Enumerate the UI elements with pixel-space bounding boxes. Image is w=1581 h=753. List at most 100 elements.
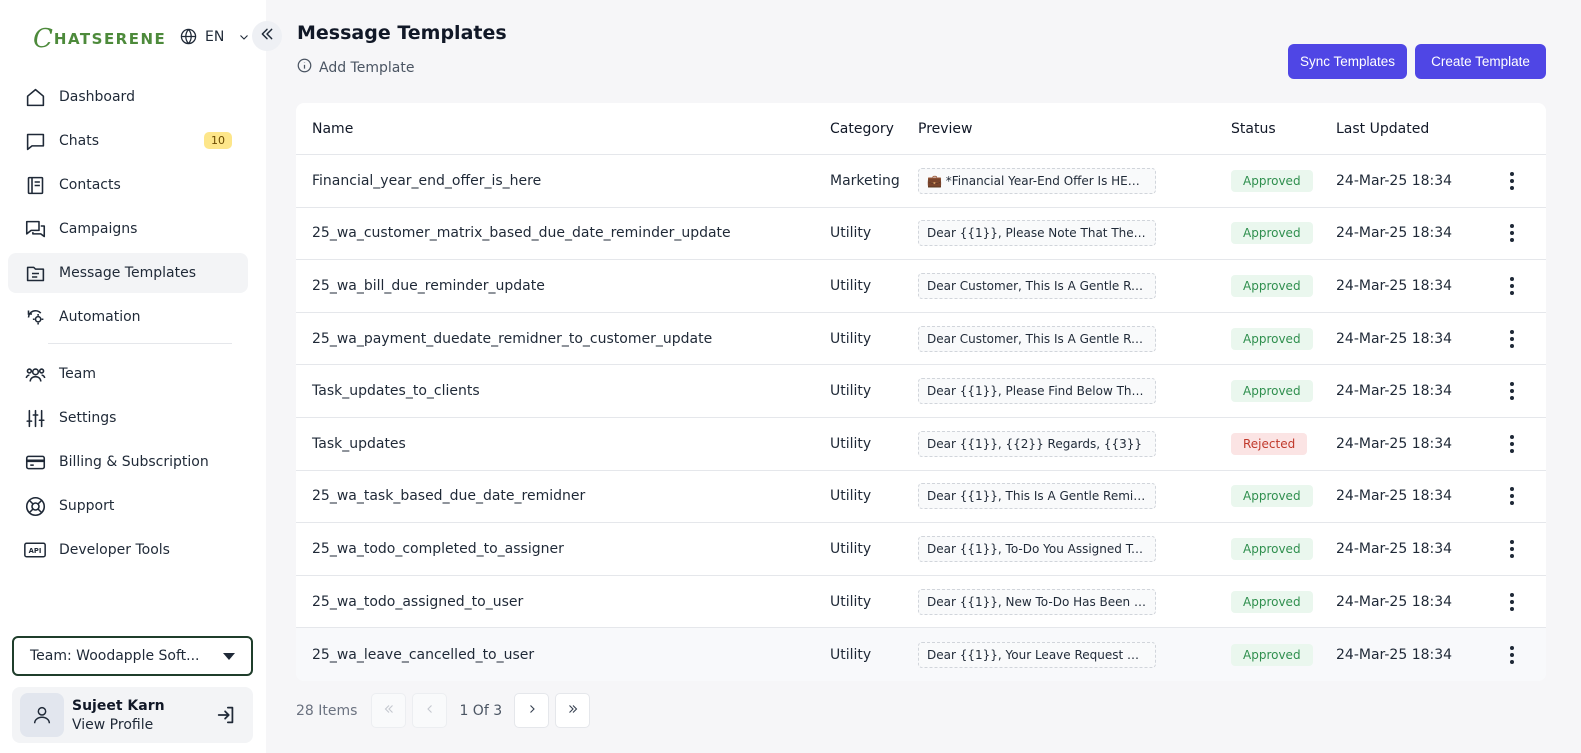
table-row[interactable]: Task_updates Utility Dear {{1}}, {{2}} Reg…	[296, 418, 1546, 471]
unread-badge: 10	[204, 132, 232, 149]
table-row[interactable]: 25_wa_task_based_due_date_remidner Utilit…	[296, 471, 1546, 524]
row-actions-button[interactable]	[1504, 171, 1520, 190]
sidebar-item-campaigns[interactable]: Campaigns	[8, 209, 248, 249]
template-preview[interactable]: Dear {{1}}, Please Find Below The Task..…	[918, 378, 1156, 405]
sidebar-item-chats[interactable]: Chats 10	[8, 121, 248, 161]
sidebar-item-contacts[interactable]: Contacts	[8, 165, 248, 205]
last-updated: 24-Mar-25 18:34	[1336, 225, 1453, 242]
template-category: Utility	[830, 646, 872, 663]
template-name[interactable]: Financial_year_end_offer_is_here	[312, 173, 541, 189]
row-actions-button[interactable]	[1504, 645, 1520, 664]
contacts-icon	[24, 174, 46, 196]
template-preview[interactable]: Dear {{1}}, This Is A Gentle Reminder T.…	[918, 483, 1156, 510]
sidebar-nav: Dashboard Chats 10 Contacts Campaigns Me…	[8, 77, 248, 574]
sidebar-item-automation[interactable]: Automation	[8, 297, 248, 337]
row-actions-button[interactable]	[1504, 539, 1520, 558]
page-title: Message Templates	[297, 22, 507, 44]
settings-icon	[24, 407, 46, 429]
user-profile: Sujeet Karn View Profile	[12, 687, 253, 743]
row-actions-button[interactable]	[1504, 329, 1520, 348]
template-category: Utility	[830, 593, 872, 610]
table-row[interactable]: 25_wa_customer_matrix_based_due_date_rem…	[296, 208, 1546, 261]
avatar[interactable]	[20, 693, 64, 737]
brand-logo[interactable]: C HATSERENE	[33, 26, 166, 52]
sidebar-item-label: Developer Tools	[59, 542, 170, 558]
column-header-status[interactable]: Status	[1231, 121, 1276, 137]
sidebar-item-support[interactable]: Support	[8, 486, 248, 526]
collapse-sidebar-button[interactable]	[252, 21, 282, 51]
template-name[interactable]: 25_wa_payment_duedate_remidner_to_custom…	[312, 331, 712, 347]
template-preview[interactable]: 💼 *Financial Year-End Offer Is HERE...	[918, 167, 1156, 194]
add-template-link[interactable]: Add Template	[297, 58, 414, 77]
template-preview[interactable]: Dear {{1}}, New To-Do Has Been Assig...	[918, 588, 1156, 615]
column-header-name[interactable]: Name	[312, 121, 353, 137]
logout-icon[interactable]	[215, 704, 237, 730]
table-row[interactable]: 25_wa_todo_assigned_to_user Utility Dear {…	[296, 576, 1546, 629]
template-category: Utility	[830, 435, 872, 452]
view-profile-link[interactable]: View Profile	[72, 717, 165, 733]
template-name[interactable]: 25_wa_leave_cancelled_to_user	[312, 647, 534, 663]
template-preview[interactable]: Dear {{1}}, {{2}} Regards, {{3}}	[918, 430, 1156, 457]
items-count: 28 Items	[296, 702, 358, 719]
template-category: Utility	[830, 277, 872, 294]
row-actions-button[interactable]	[1504, 382, 1520, 401]
more-vertical-icon	[1510, 329, 1514, 348]
status-badge: Approved	[1231, 222, 1313, 245]
sidebar-item-settings[interactable]: Settings	[8, 398, 248, 438]
row-actions-button[interactable]	[1504, 434, 1520, 453]
create-template-button[interactable]: Create Template	[1415, 44, 1546, 79]
globe-icon	[180, 28, 197, 45]
sidebar-item-label: Campaigns	[59, 221, 138, 237]
table-row[interactable]: Task_updates_to_clients Utility Dear {{1}}…	[296, 365, 1546, 418]
logo-mark: C	[33, 24, 53, 54]
template-name[interactable]: 25_wa_todo_completed_to_assigner	[312, 541, 564, 557]
first-page-button[interactable]	[371, 693, 407, 728]
template-preview[interactable]: Dear Customer, This Is A Gentle Remi...	[918, 272, 1156, 299]
template-name[interactable]: 25_wa_task_based_due_date_remidner	[312, 488, 585, 504]
nav-divider	[48, 343, 232, 344]
sync-templates-button[interactable]: Sync Templates	[1288, 44, 1407, 79]
prev-page-button[interactable]	[412, 693, 448, 728]
last-page-button[interactable]	[555, 693, 591, 728]
template-name[interactable]: Task_updates	[312, 436, 406, 452]
template-name[interactable]: 25_wa_todo_assigned_to_user	[312, 594, 523, 610]
template-icon	[24, 262, 46, 284]
template-name[interactable]: Task_updates_to_clients	[312, 383, 480, 399]
template-category: Utility	[830, 383, 872, 400]
api-icon: API	[24, 539, 46, 561]
language-code: EN	[205, 28, 225, 45]
template-preview[interactable]: Dear {{1}}, Your Leave Request With R...	[918, 641, 1156, 668]
table-row[interactable]: 25_wa_leave_cancelled_to_user Utility Dear…	[296, 628, 1546, 681]
row-actions-button[interactable]	[1504, 592, 1520, 611]
sidebar-item-billing[interactable]: Billing & Subscription	[8, 442, 248, 482]
template-name[interactable]: 25_wa_customer_matrix_based_due_date_rem…	[312, 225, 731, 241]
column-header-category[interactable]: Category	[830, 121, 894, 137]
template-preview[interactable]: Dear Customer, This Is A Gentle Remi...	[918, 325, 1156, 352]
last-updated: 24-Mar-25 18:34	[1336, 646, 1453, 663]
table-row[interactable]: Financial_year_end_offer_is_here Marketin…	[296, 155, 1546, 208]
row-actions-button[interactable]	[1504, 276, 1520, 295]
row-actions-button[interactable]	[1504, 487, 1520, 506]
sidebar-item-label: Chats	[59, 133, 100, 149]
language-selector[interactable]: EN	[180, 28, 250, 45]
pagination: 28 Items 1 Of 3	[296, 693, 596, 728]
template-preview[interactable]: Dear {{1}}, Please Note That The Due ...	[918, 220, 1156, 247]
table-row[interactable]: 25_wa_bill_due_reminder_update Utility Dea…	[296, 260, 1546, 313]
sidebar-item-label: Contacts	[59, 177, 121, 193]
sidebar-item-dashboard[interactable]: Dashboard	[8, 77, 248, 117]
table-row[interactable]: 25_wa_todo_completed_to_assigner Utility D…	[296, 523, 1546, 576]
table-header: Name Category Preview Status Last Update…	[296, 103, 1546, 155]
column-header-last-updated[interactable]: Last Updated	[1336, 121, 1429, 137]
sidebar-item-team[interactable]: Team	[8, 354, 248, 394]
more-vertical-icon	[1510, 382, 1514, 401]
next-page-button[interactable]	[514, 693, 550, 728]
table-row[interactable]: 25_wa_payment_duedate_remidner_to_custom…	[296, 313, 1546, 366]
sidebar-item-developer-tools[interactable]: API Developer Tools	[8, 530, 248, 570]
template-name[interactable]: 25_wa_bill_due_reminder_update	[312, 278, 545, 294]
status-badge: Approved	[1231, 274, 1313, 297]
template-preview[interactable]: Dear {{1}}, To-Do You Assigned To {{2}}.…	[918, 535, 1156, 562]
chat-icon	[24, 130, 46, 152]
row-actions-button[interactable]	[1504, 224, 1520, 243]
team-select[interactable]: Team: Woodapple Soft...	[12, 636, 253, 676]
sidebar-item-message-templates[interactable]: Message Templates	[8, 253, 248, 293]
